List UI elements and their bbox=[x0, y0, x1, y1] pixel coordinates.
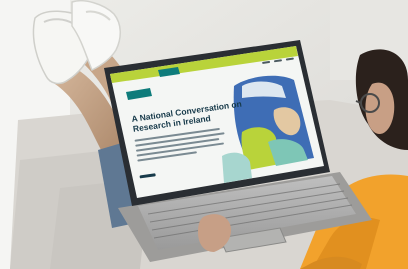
photo-scene: A National Conversation on Research in I… bbox=[0, 0, 408, 269]
photo-illustration bbox=[0, 0, 408, 269]
